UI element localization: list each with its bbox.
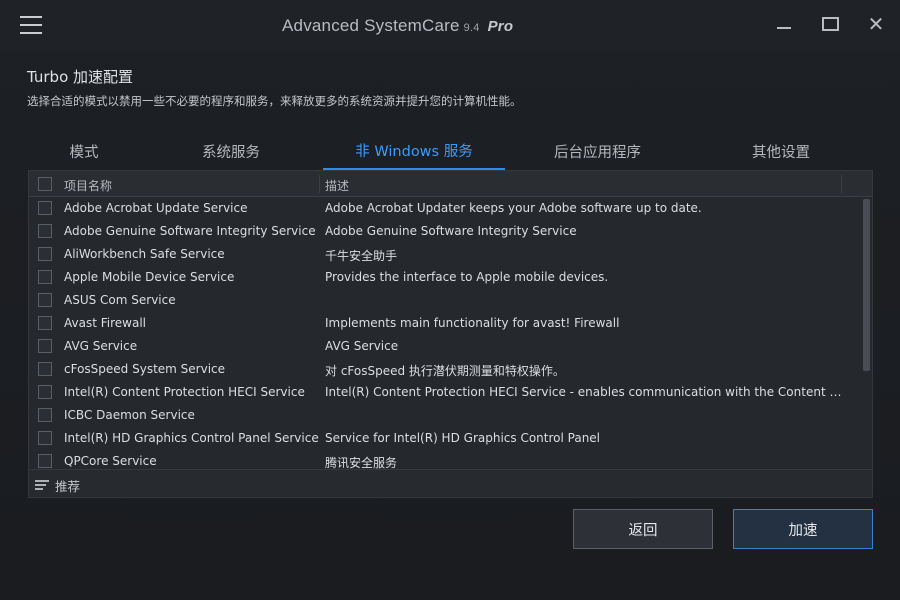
app-title: Advanced SystemCare 9.4 Pro [282,16,513,36]
service-name: AVG Service [64,339,138,353]
app-edition: Pro [487,18,514,35]
table-body: Adobe Acrobat Update Service Adobe Acrob… [29,197,872,469]
scrollbar-thumb[interactable] [863,199,870,371]
maximize-button[interactable] [818,12,842,36]
column-divider [319,175,320,193]
row-checkbox[interactable] [38,431,52,445]
row-checkbox[interactable] [38,201,52,215]
tab-mode[interactable]: 模式 [28,132,140,170]
table-row[interactable]: cFosSpeed System Service 对 cFosSpeed 执行潜… [29,358,859,381]
service-name: Intel(R) HD Graphics Control Panel Servi… [64,431,319,445]
table-row[interactable]: ICBC Daemon Service [29,404,859,427]
tab-background-apps[interactable]: 后台应用程序 [530,132,665,170]
column-header-description[interactable]: 描述 [325,177,349,194]
service-name: ASUS Com Service [64,293,176,307]
tab-other-settings[interactable]: 其他设置 [725,132,837,170]
accelerate-button[interactable]: 加速 [733,509,873,549]
table-row[interactable]: Apple Mobile Device Service Provides the… [29,266,859,289]
service-name: Adobe Genuine Software Integrity Service [64,224,316,238]
recommend-label: 推荐 [55,479,81,494]
menu-icon[interactable] [20,16,42,34]
table-row[interactable]: ASUS Com Service [29,289,859,312]
service-name: Adobe Acrobat Update Service [64,201,248,215]
app-name: Advanced SystemCare [282,16,460,35]
back-button[interactable]: 返回 [573,509,713,549]
service-description: AVG Service [325,339,399,353]
service-name: Intel(R) Content Protection HECI Service [64,385,305,399]
row-checkbox[interactable] [38,224,52,238]
minimize-button[interactable] [772,12,796,36]
recommend-button[interactable]: 推荐 [35,476,80,495]
row-checkbox[interactable] [38,270,52,284]
services-table: 项目名称 描述 Adobe Acrobat Update Service Ado… [28,170,873,498]
service-description: Implements main functionality for avast!… [325,316,620,330]
row-checkbox[interactable] [38,362,52,376]
page-description: 选择合适的模式以禁用一些不必要的程序和服务，来释放更多的系统资源并提升您的计算机… [27,94,522,108]
table-header: 项目名称 描述 [29,171,872,197]
table-row[interactable]: Adobe Genuine Software Integrity Service… [29,220,859,243]
row-checkbox[interactable] [38,339,52,353]
service-description: 千牛安全助手 [325,249,398,263]
service-name: AliWorkbench Safe Service [64,247,225,261]
row-checkbox[interactable] [38,385,52,399]
select-all-checkbox[interactable] [38,177,52,191]
close-button[interactable]: ✕ [864,12,888,36]
service-name: Apple Mobile Device Service [64,270,235,284]
table-row[interactable]: Intel(R) HD Graphics Control Panel Servi… [29,427,859,450]
service-description: Intel(R) Content Protection HECI Service… [325,385,843,399]
tab-system-services[interactable]: 系统服务 [175,132,287,170]
table-footer: 推荐 [29,469,872,497]
service-name: ICBC Daemon Service [64,408,195,422]
service-name: cFosSpeed System Service [64,362,226,376]
row-checkbox[interactable] [38,316,52,330]
table-row[interactable]: Avast Firewall Implements main functiona… [29,312,859,335]
service-description: Adobe Acrobat Updater keeps your Adobe s… [325,201,702,215]
row-checkbox[interactable] [38,293,52,307]
service-description: 对 cFosSpeed 执行潜伏期测量和特权操作。 [325,364,565,378]
title-bar: Advanced SystemCare 9.4 Pro ✕ [0,0,900,52]
table-row[interactable]: Intel(R) Content Protection HECI Service… [29,381,859,404]
tab-bar: 模式 系统服务 非 Windows 服务 后台应用程序 其他设置 [0,132,900,170]
row-checkbox[interactable] [38,247,52,261]
service-description: Service for Intel(R) HD Graphics Control… [325,431,601,445]
app-version: 9.4 [463,22,480,34]
row-checkbox[interactable] [38,408,52,422]
list-icon [35,480,49,491]
table-row[interactable]: Adobe Acrobat Update Service Adobe Acrob… [29,197,859,220]
column-divider [841,175,842,193]
table-row[interactable]: QPCore Service 腾讯安全服务 [29,450,859,469]
service-description: 腾讯安全服务 [325,456,398,469]
tab-non-windows-services[interactable]: 非 Windows 服务 [323,132,505,170]
service-description: Provides the interface to Apple mobile d… [325,270,609,284]
page-title: Turbo 加速配置 [27,68,134,86]
app-window: Advanced SystemCare 9.4 Pro ✕ Turbo 加速配置 选… [0,0,900,600]
service-description: Adobe Genuine Software Integrity Service [325,224,577,238]
vertical-scrollbar[interactable] [861,197,872,469]
table-row[interactable]: AliWorkbench Safe Service 千牛安全助手 [29,243,859,266]
column-header-name[interactable]: 项目名称 [64,177,112,194]
service-name: QPCore Service [64,454,157,468]
service-name: Avast Firewall [64,316,146,330]
table-row[interactable]: AVG Service AVG Service [29,335,859,358]
row-checkbox[interactable] [38,454,52,468]
